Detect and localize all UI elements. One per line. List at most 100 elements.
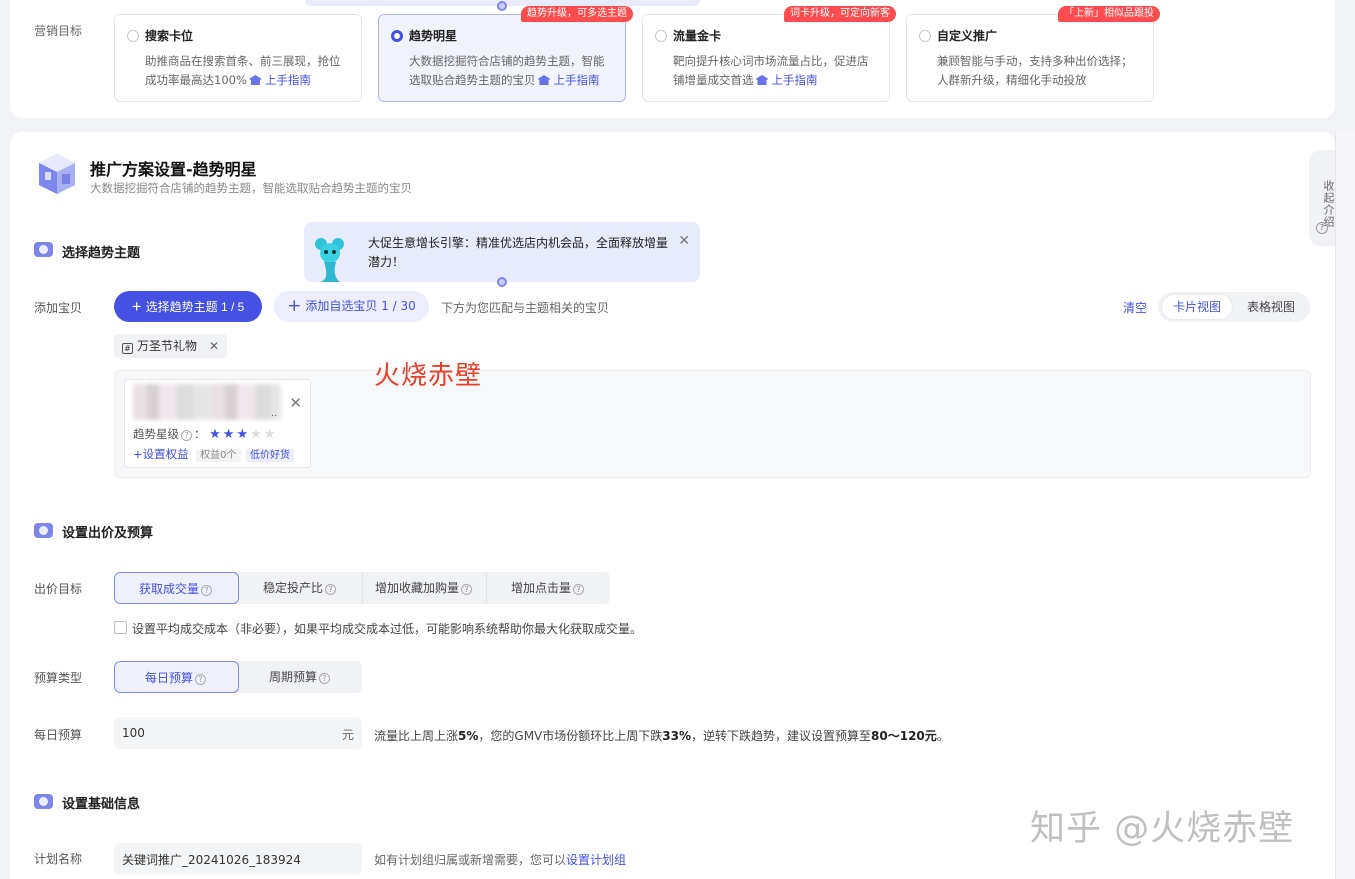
- budget-option-label: 每日预算: [144, 671, 193, 685]
- bid-option-clicks[interactable]: 增加点击量?: [487, 572, 610, 604]
- mascot-icon: [315, 238, 344, 282]
- zhihu-watermark: 知乎 @火烧赤壁: [1030, 809, 1295, 849]
- star-rating-empty: ★★: [250, 427, 278, 442]
- budget-hint: 流量比上周上涨5%，您的GMV市场份额环比上周下跌33%，逆转下跌趋势，建议设置…: [374, 727, 949, 744]
- goal-card-traffic[interactable]: 流量金卡 靶向提升核心词市场流量占比，促进店铺增量成交首选 上手指南: [642, 14, 890, 102]
- budget-hint-part: 。: [936, 729, 949, 743]
- benefit-count: 权益0个: [196, 449, 241, 462]
- avg-cost-checkbox[interactable]: [114, 621, 127, 634]
- goal-card-custom[interactable]: 自定义推广 兼顾智能与手动，支持多种出价选择；人群新升级，精细化手动投放: [906, 14, 1154, 102]
- plan-title: 推广方案设置-趋势明星: [90, 160, 257, 179]
- hashtag-icon: #: [122, 343, 133, 354]
- collapse-intro-tab[interactable]: 收起介绍 ?: [1309, 150, 1335, 246]
- goal-badge: 词卡升级，可定向新客: [784, 6, 896, 22]
- view-toggle: 卡片视图 表格视图: [1158, 292, 1310, 322]
- goal-card-search[interactable]: 搜索卡位 助推商品在搜索首条、前三展现，抢位成功率最高达100% 上手指南: [114, 14, 362, 102]
- question-icon[interactable]: ?: [181, 430, 192, 441]
- question-icon[interactable]: ?: [461, 584, 472, 595]
- question-icon[interactable]: ?: [201, 585, 212, 596]
- goal-card-title: 搜索卡位: [145, 29, 194, 43]
- traffic-up-value: 5%: [458, 729, 479, 743]
- theme-tag-label: 万圣节礼物: [137, 339, 198, 353]
- add-custom-item-button[interactable]: + 添加自选宝贝 1 / 30: [274, 291, 429, 322]
- card-view-option[interactable]: 卡片视图: [1162, 295, 1232, 319]
- guide-link[interactable]: 上手指南: [554, 73, 600, 87]
- blurred-item-image: [133, 384, 281, 420]
- bid-target-segmented: 获取成交量? 稳定投产比? 增加收藏加购量? 增加点击量?: [114, 572, 610, 604]
- bid-option-label: 增加点击量: [510, 581, 571, 595]
- budget-option-label: 周期预算: [268, 670, 317, 684]
- plan-name-hint: 如有计划组归属或新增需要，您可以设置计划组: [374, 851, 626, 868]
- carousel-dot[interactable]: [497, 1, 507, 11]
- question-icon[interactable]: ?: [573, 584, 584, 595]
- graduation-cap-icon: [537, 75, 551, 85]
- select-theme-button[interactable]: + 选择趋势主题 1 / 5: [114, 291, 262, 322]
- scrollbar[interactable]: [1335, 132, 1355, 879]
- plan-subtitle: 大数据挖掘符合店铺的趋势主题，智能选取贴合趋势主题的宝贝: [90, 181, 412, 195]
- goal-badge: 「上新」相似品跟投: [1058, 6, 1160, 22]
- plan-name-input[interactable]: [114, 843, 362, 875]
- trend-star-label: 趋势星级: [133, 427, 179, 441]
- section-basic-icon: [34, 794, 53, 809]
- bid-option-roi[interactable]: 稳定投产比?: [239, 572, 363, 604]
- section-title-basic: 设置基础信息: [62, 797, 141, 812]
- goal-card-desc: 助推商品在搜索首条、前三展现，抢位成功率最高达100%: [145, 54, 341, 87]
- item-title-ellipsis: ..: [271, 408, 278, 419]
- promo-tip: 大促生意增长引擎：精准优选店内机会品，全面释放增量潜力！ ✕: [304, 222, 700, 282]
- budget-hint-part: ，您的GMV市场份额环比上周下跌: [478, 729, 663, 743]
- carousel-dot[interactable]: [497, 277, 507, 287]
- question-icon[interactable]: ?: [195, 674, 206, 685]
- plan-name-hint-text: 如有计划组归属或新增需要，您可以: [374, 853, 567, 867]
- bid-option-favorites[interactable]: 增加收藏加购量?: [363, 572, 487, 604]
- question-icon[interactable]: ?: [325, 584, 336, 595]
- avg-cost-checkbox-label: 设置平均成交成本（非必要），如果平均成交成本过低，可能影响系统帮助你最大化获取成…: [132, 622, 643, 636]
- set-benefit-link[interactable]: +设置权益: [133, 447, 189, 461]
- daily-budget-input[interactable]: [114, 717, 362, 749]
- budget-option-daily[interactable]: 每日预算?: [114, 661, 239, 693]
- goal-card-title: 自定义推广: [937, 29, 998, 43]
- radio-icon[interactable]: [919, 30, 931, 42]
- star-rating-filled: ★★★: [209, 427, 251, 442]
- plus-icon: +: [131, 297, 142, 316]
- select-theme-label: 选择趋势主题 1 / 5: [145, 300, 245, 314]
- question-icon[interactable]: ?: [319, 673, 330, 684]
- budget-option-period[interactable]: 周期预算?: [239, 661, 362, 693]
- close-icon[interactable]: ✕: [678, 232, 690, 251]
- radio-icon[interactable]: [655, 30, 667, 42]
- remove-item-icon[interactable]: ✕: [289, 394, 302, 412]
- bid-option-label: 稳定投产比: [262, 581, 323, 595]
- radio-icon[interactable]: [127, 30, 139, 42]
- item-benefits-row: +设置权益 权益0个 低价好货: [133, 446, 295, 462]
- item-card[interactable]: .. ✕ 趋势星级?： ★★★★★ +设置权益 权益0个 低价好货: [124, 379, 311, 468]
- goal-card-title: 流量金卡: [673, 29, 722, 43]
- author-watermark: 火烧赤壁: [374, 361, 483, 391]
- goal-card-trend[interactable]: 趋势明星 大数据挖掘符合店铺的趋势主题，智能选取贴合趋势主题的宝贝 上手指南: [378, 14, 626, 102]
- cheap-goods-tag: 低价好货: [246, 449, 295, 462]
- section-title-bid: 设置出价及预算: [62, 526, 154, 541]
- marketing-goal-label: 营销目标: [34, 24, 83, 38]
- table-view-option[interactable]: 表格视图: [1236, 295, 1306, 319]
- remove-tag-icon[interactable]: ✕: [209, 339, 219, 353]
- guide-link[interactable]: 上手指南: [265, 73, 311, 87]
- budget-unit: 元: [342, 728, 355, 742]
- set-plan-group-link[interactable]: 设置计划组: [566, 853, 626, 867]
- plan-name-label: 计划名称: [34, 852, 83, 866]
- gmv-down-value: 33%: [662, 729, 691, 743]
- guide-link[interactable]: 上手指南: [772, 73, 818, 87]
- trend-star-logo-icon: [39, 154, 75, 194]
- goal-badge: 趋势升级，可多选主题: [521, 6, 633, 22]
- clear-button[interactable]: 清空: [1123, 299, 1147, 316]
- budget-type-segmented: 每日预算? 周期预算?: [114, 661, 362, 693]
- radio-checked-icon[interactable]: [391, 30, 403, 42]
- add-items-label: 添加宝贝: [34, 301, 83, 315]
- goal-card-title: 趋势明星: [409, 29, 458, 43]
- budget-type-label: 预算类型: [34, 671, 83, 685]
- bid-option-label: 获取成交量: [138, 582, 199, 596]
- add-custom-item-label: 添加自选宝贝 1 / 30: [305, 299, 416, 313]
- suggested-budget-range: 80～120元: [871, 729, 937, 743]
- theme-tag: # 万圣节礼物 ✕: [114, 334, 228, 358]
- section-bid-icon: [34, 523, 53, 538]
- plus-icon: +: [287, 296, 302, 316]
- bid-option-conversion[interactable]: 获取成交量?: [114, 572, 239, 604]
- section-theme-icon: [34, 242, 53, 257]
